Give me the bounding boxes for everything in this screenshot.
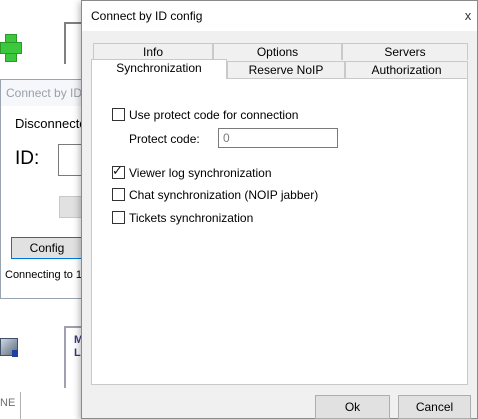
- check-mark-icon: ✓: [112, 163, 123, 178]
- checkbox-label: Use protect code for connection: [129, 108, 299, 122]
- config-dialog: Connect by ID config x Info Options Serv…: [81, 0, 478, 419]
- synchronization-panel: Use protect code for connection Protect …: [91, 78, 468, 385]
- checkbox-label: Tickets synchronization: [129, 211, 254, 225]
- connect-window-title: Connect by ID: [1, 80, 85, 106]
- checkbox-label: Viewer log synchronization: [129, 166, 272, 180]
- close-button[interactable]: x: [460, 7, 476, 25]
- checkbox-box[interactable]: [112, 108, 125, 121]
- protect-code-label: Protect code:: [129, 132, 200, 146]
- tab-reserve-noip[interactable]: Reserve NoIP: [227, 61, 345, 78]
- ok-button[interactable]: Ok: [315, 395, 390, 419]
- tab-authorization[interactable]: Authorization: [345, 61, 468, 78]
- cancel-button[interactable]: Cancel: [398, 395, 471, 419]
- checkbox-box[interactable]: ✓: [112, 163, 125, 179]
- tab-synchronization[interactable]: Synchronization: [91, 59, 227, 79]
- id-label: ID:: [15, 148, 40, 169]
- connect-by-id-window: Connect by ID Disconnected ID: Config Co…: [0, 79, 94, 299]
- protect-code-input[interactable]: 0: [218, 128, 338, 148]
- background-text: NE: [0, 397, 16, 409]
- divider: [20, 392, 21, 419]
- checkbox-box[interactable]: [112, 188, 125, 201]
- add-plus-icon[interactable]: [0, 34, 22, 62]
- dialog-title: Connect by ID config: [91, 9, 203, 23]
- config-button[interactable]: Config: [11, 237, 83, 259]
- tab-options[interactable]: Options: [213, 43, 342, 60]
- tab-servers[interactable]: Servers: [342, 43, 468, 60]
- monitor-icon[interactable]: [0, 336, 18, 360]
- connecting-status: Connecting to 12: [5, 269, 89, 281]
- tab-info[interactable]: Info: [93, 43, 213, 60]
- checkbox-label: Chat synchronization (NOIP jabber): [129, 188, 319, 202]
- dialog-titlebar: Connect by ID config x: [82, 1, 477, 31]
- checkbox-box[interactable]: [112, 211, 125, 224]
